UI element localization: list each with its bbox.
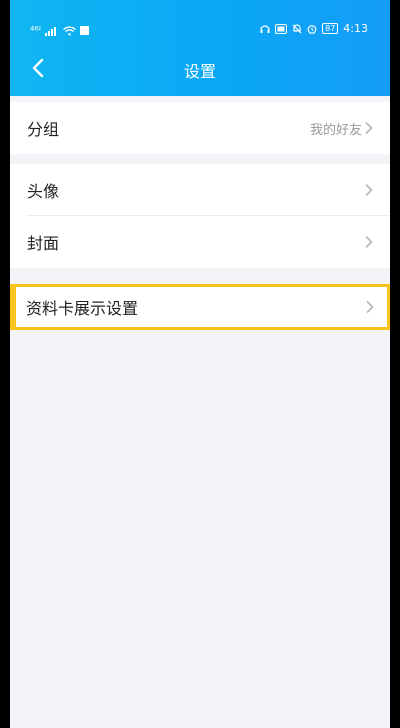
settings-item-label: 资料卡展示设置 — [26, 299, 139, 318]
status-left: ⁴⁶ᴵ — [30, 24, 89, 37]
mute-icon — [292, 23, 302, 33]
clock-time: 4:13 — [343, 22, 368, 35]
settings-group-1: 分组 我的好友 — [10, 102, 390, 154]
phone-screen: ⁴⁶ᴵ 87 4:13 设置 分组 我的好友 头像 封面 资料卡展示设置 — [10, 0, 390, 728]
settings-item-label: 封面 — [27, 234, 60, 253]
notification-icon — [79, 26, 89, 35]
hd-icon — [275, 23, 288, 34]
alarm-icon — [307, 24, 317, 34]
settings-item-label: 分组 — [27, 120, 60, 139]
settings-group-2: 头像 封面 — [10, 164, 390, 268]
wifi-icon — [62, 26, 76, 35]
chevron-right-icon — [365, 235, 373, 249]
chevron-right-icon — [365, 183, 373, 197]
battery-indicator: 87 — [322, 23, 339, 34]
headset-icon — [260, 24, 270, 33]
battery-level: 87 — [325, 24, 336, 33]
header-bar: ⁴⁶ᴵ 87 4:13 设置 — [10, 0, 390, 96]
settings-item-cover[interactable]: 封面 — [10, 216, 390, 268]
cellular-label: ⁴⁶ᴵ — [30, 24, 41, 37]
settings-item-profile-card-display[interactable]: 资料卡展示设置 — [16, 287, 387, 327]
chevron-right-icon — [365, 121, 373, 135]
settings-item-group[interactable]: 分组 我的好友 — [10, 102, 390, 154]
settings-group-3: 资料卡展示设置 — [10, 284, 390, 330]
chevron-right-icon — [366, 300, 374, 314]
nav-bar: 设置 — [10, 46, 390, 92]
settings-item-avatar[interactable]: 头像 — [10, 164, 390, 216]
settings-item-value: 我的好友 — [309, 122, 362, 138]
page-title: 设置 — [183, 62, 216, 81]
status-right: 87 4:13 — [260, 22, 368, 35]
signal-icon — [44, 26, 56, 36]
status-bar: ⁴⁶ᴵ 87 4:13 — [10, 20, 390, 42]
settings-item-label: 头像 — [27, 182, 60, 201]
